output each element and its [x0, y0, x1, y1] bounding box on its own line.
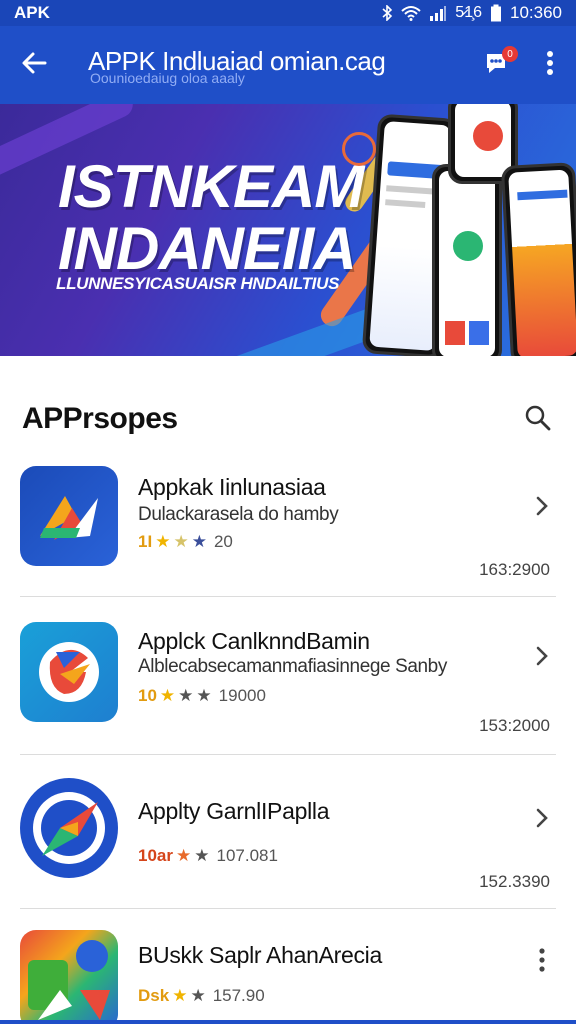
signal-icon — [429, 5, 447, 21]
app-bar-title-group: Oounioedaiug oloa aaaly APPK Indluaiad o… — [68, 26, 468, 104]
app-icon — [20, 930, 118, 1024]
rating-count: 20 — [213, 532, 233, 551]
chevron-right-icon — [535, 645, 549, 672]
banner-headline-line1: ISTNKEAM — [58, 153, 364, 220]
back-button[interactable] — [0, 26, 68, 104]
list-item[interactable]: Applty GarnlIPaplla 10ar ★ ★ 107.081 152… — [0, 768, 576, 908]
star-icon: ★ — [196, 686, 212, 705]
app-bar-title: APPK Indluaiad omian.cag — [88, 46, 386, 76]
status-time: 10:360 — [510, 3, 562, 22]
star-icon: ★ — [190, 986, 206, 1005]
star-icon: ★ — [194, 846, 210, 865]
star-icon: ★ — [173, 532, 189, 551]
more-vert-icon — [546, 50, 554, 81]
list-item[interactable]: BUskk Saplr AhanArecia Dsk ★ ★ 157.90 — [0, 922, 576, 1024]
rating-count: 107.081 — [216, 846, 278, 865]
status-icons: 5̷1̧6 10:360 — [381, 3, 562, 23]
app-size: 153:2000 — [479, 716, 550, 735]
app-icon — [20, 466, 118, 566]
rating-count: 19000 — [218, 686, 266, 705]
banner-headline: ISTNKEAM INDANEIIA — [58, 153, 364, 282]
notification-badge: 0 — [502, 46, 518, 62]
section-title: APPrsopes — [22, 402, 178, 435]
list-item[interactable]: Applck CanlknndBamin Alblecabsecamanmafi… — [0, 610, 576, 754]
app-name: Applty GarnlIPaplla — [138, 798, 330, 824]
app-name: Appkak Iinlunasiaa — [138, 474, 326, 500]
arrow-left-icon — [21, 50, 47, 81]
app-name: Applck CanlknndBamin — [138, 628, 370, 654]
app-size: 163:2900 — [479, 560, 550, 579]
app-rating: 1I ★ ★ ★ 20 — [138, 532, 233, 552]
divider — [20, 754, 556, 755]
rating-score: 1I — [138, 532, 153, 551]
app-icon — [20, 622, 118, 722]
rating-count: 157.90 — [212, 986, 265, 1005]
chat-button[interactable]: 0 — [468, 26, 524, 104]
bluetooth-icon — [381, 5, 393, 21]
rating-score: Dsk — [138, 986, 170, 1005]
app-rating: 10 ★ ★ ★ 19000 — [138, 686, 266, 706]
promo-banner[interactable]: ISTNKEAM INDANEIIA LLUNNESYICASUAISR HND… — [0, 104, 576, 356]
star-icon: ★ — [155, 532, 171, 551]
app-description: Dulackarasela do hamby — [138, 504, 339, 525]
list-item[interactable]: Appkak Iinlunasiaa Dulackarasela do hamb… — [0, 460, 576, 596]
open-app-button[interactable] — [524, 802, 560, 838]
app-description: Alblecabsecamanmafiasinnege Sanby — [138, 656, 447, 677]
star-icon: ★ — [172, 986, 188, 1005]
app-rating: 10ar ★ ★ 107.081 — [138, 846, 278, 866]
app-rating: Dsk ★ ★ 157.90 — [138, 986, 265, 1006]
battery-icon — [490, 4, 502, 22]
bottom-edge-bar — [0, 1020, 576, 1024]
app-icon — [20, 778, 118, 878]
star-icon: ★ — [175, 846, 192, 865]
status-signal-text: 5̷1̧6 — [455, 4, 482, 21]
status-bar: APK 5̷1̧6 10:360 — [0, 0, 576, 26]
star-icon: ★ — [159, 686, 176, 705]
chevron-right-icon — [535, 495, 549, 522]
star-icon: ★ — [178, 686, 194, 705]
phone-illustration — [432, 164, 502, 356]
status-carrier: APK — [14, 3, 50, 22]
app-bar: Oounioedaiug oloa aaaly APPK Indluaiad o… — [0, 26, 576, 104]
star-icon: ★ — [191, 532, 207, 551]
search-icon — [524, 404, 552, 437]
overflow-menu-button[interactable] — [524, 26, 576, 104]
banner-headline-line2: INDANEIIA — [58, 215, 357, 282]
more-vert-icon — [538, 947, 546, 978]
app-name: BUskk Saplr AhanArecia — [138, 942, 382, 968]
phone-illustration — [500, 162, 576, 356]
rating-score: 10ar — [138, 846, 173, 865]
search-button[interactable] — [518, 400, 558, 440]
divider — [20, 908, 556, 909]
divider — [20, 596, 556, 597]
app-size: 152.3390 — [479, 872, 550, 891]
target-icon — [342, 132, 376, 166]
open-app-button[interactable] — [524, 490, 560, 526]
banner-tagline: LLUNNESYICASUAISR HNDAILTIUS — [56, 274, 340, 293]
chevron-right-icon — [535, 807, 549, 834]
app-options-button[interactable] — [524, 944, 560, 980]
open-app-button[interactable] — [524, 640, 560, 676]
wifi-icon — [401, 5, 421, 21]
rating-score: 10 — [138, 686, 157, 705]
